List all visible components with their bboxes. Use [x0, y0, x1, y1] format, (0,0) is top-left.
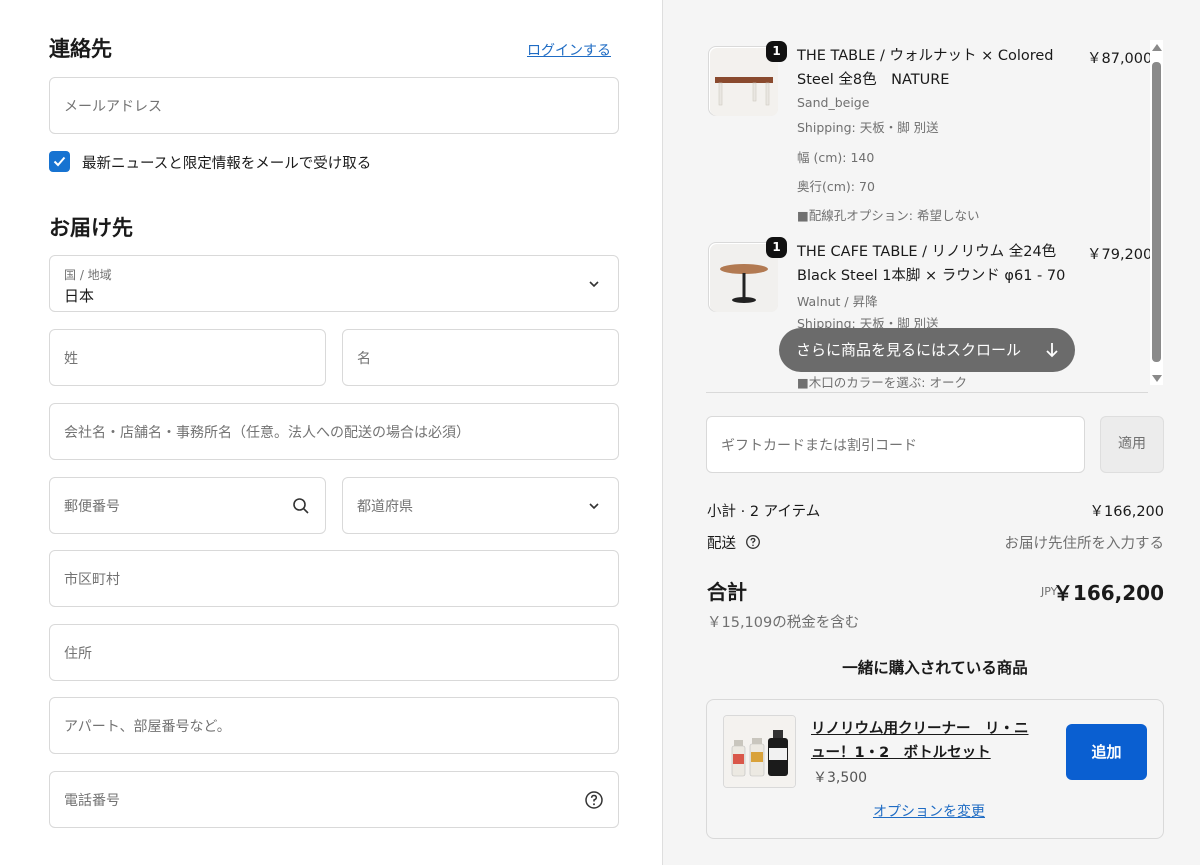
cart-item-1-width: 幅 (cm): 140	[797, 150, 875, 165]
subtotal-value: ￥166,200	[1089, 504, 1164, 520]
subtotal-label: 小計 · 2 アイテム	[707, 504, 821, 520]
cart-item-1-depth: 奥行(cm): 70	[797, 179, 875, 194]
bottles-product-image	[724, 716, 795, 787]
address-field[interactable]: 住所	[49, 624, 619, 681]
delivery-heading: お届け先	[49, 216, 133, 240]
upsell-product-price: ￥3,500	[813, 770, 868, 786]
city-field[interactable]: 市区町村	[49, 550, 619, 607]
cart-item-1-price: ￥87,000	[1087, 51, 1153, 67]
arrow-down-icon	[1046, 343, 1058, 358]
chevron-down-icon	[589, 280, 599, 287]
upsell-product-image	[723, 715, 796, 788]
cart-item-1-option: ■配線孔オプション: 希望しない	[797, 208, 980, 223]
phone-placeholder: 電話番号	[64, 792, 120, 809]
scroll-up-arrow-icon[interactable]	[1152, 44, 1162, 51]
cart-item-2-name-line1: THE CAFE TABLE / リノリウム 全24色	[797, 244, 1057, 260]
tax-note: ￥15,109の税金を含む	[707, 615, 860, 631]
country-select[interactable]: 国 / 地域 日本	[49, 255, 619, 312]
cart-item-2-thumbnail: 1	[708, 237, 787, 312]
total-label: 合計	[707, 580, 747, 604]
cart-item-1-variant: Sand_beige	[797, 95, 870, 110]
postal-code-placeholder: 郵便番号	[64, 498, 120, 515]
upsell-product-name-line2: ュー！1・2 ボトルセット	[811, 745, 991, 761]
first-name-field[interactable]: 名	[342, 329, 619, 386]
help-circle-icon[interactable]	[584, 790, 604, 810]
scroll-down-arrow-icon[interactable]	[1152, 375, 1162, 382]
check-icon	[53, 156, 66, 167]
cart-item-2-variant: Walnut / 昇降	[797, 294, 878, 309]
shipping-row: 配送	[707, 532, 761, 553]
cart-item-2-option: ■木口のカラーを選ぶ: オーク	[797, 375, 967, 390]
change-options-link[interactable]: オプションを変更	[873, 801, 985, 821]
scrollbar-thumb[interactable]	[1152, 62, 1161, 362]
cart-item-2-name-line2: Black Steel 1本脚 × ラウンド φ61 - 70	[797, 268, 1066, 284]
first-name-placeholder: 名	[357, 350, 371, 367]
scroll-hint-button[interactable]: さらに商品を見るにはスクロール	[779, 328, 1075, 372]
upsell-product-name[interactable]: リノリウム用クリーナー リ・ニ ュー！1・2 ボトルセット	[811, 717, 1029, 765]
apartment-field[interactable]: アパート、部屋番号など。	[49, 697, 619, 754]
cart-item-2-price: ￥79,200	[1087, 247, 1153, 263]
postal-code-field[interactable]: 郵便番号	[49, 477, 326, 534]
email-field[interactable]: メールアドレス	[49, 77, 619, 134]
items-divider	[706, 392, 1148, 393]
cart-item-2-name: THE CAFE TABLE / リノリウム 全24色 Black Steel …	[797, 240, 1087, 288]
discount-code-field[interactable]: ギフトカードまたは割引コード	[706, 416, 1085, 473]
cart-item-1-qty-badge: 1	[766, 41, 787, 62]
last-name-field[interactable]: 姓	[49, 329, 326, 386]
prefecture-select[interactable]: 都道府県	[342, 477, 619, 534]
shipping-value: お届け先住所を入力する	[1004, 536, 1165, 552]
upsell-product-name-line1: リノリウム用クリーナー リ・ニ	[811, 721, 1029, 737]
last-name-placeholder: 姓	[64, 350, 78, 367]
shipping-label: 配送	[707, 536, 736, 552]
total-value: ￥166,200	[1052, 581, 1164, 605]
chevron-down-icon	[589, 502, 599, 509]
search-icon[interactable]	[291, 496, 311, 516]
prefecture-placeholder: 都道府県	[357, 498, 413, 515]
phone-field[interactable]: 電話番号	[49, 771, 619, 828]
company-field[interactable]: 会社名・店舗名・事務所名（任意。法人への配送の場合は必須）	[49, 403, 619, 460]
cart-scrollbar[interactable]	[1150, 40, 1163, 385]
newsletter-checkbox[interactable]	[49, 151, 70, 172]
cart-item-2-qty-badge: 1	[766, 237, 787, 258]
country-label: 国 / 地域	[64, 268, 112, 282]
apartment-placeholder: アパート、部屋番号など。	[64, 718, 231, 735]
cart-item-1-name-line1: THE TABLE / ウォルナット × Colored	[797, 48, 1054, 64]
cart-item-1-shipping: Shipping: 天板・脚 別送	[797, 120, 939, 135]
cart-item-1-name: THE TABLE / ウォルナット × Colored Steel 全8色 N…	[797, 44, 1087, 92]
cart-item-1-name-line2: Steel 全8色 NATURE	[797, 72, 950, 88]
newsletter-label: 最新ニュースと限定情報をメールで受け取る	[82, 156, 372, 172]
help-circle-icon[interactable]	[745, 534, 761, 550]
address-placeholder: 住所	[64, 645, 92, 662]
contact-heading: 連絡先	[49, 37, 112, 61]
discount-code-placeholder: ギフトカードまたは割引コード	[721, 437, 917, 454]
scroll-hint-label: さらに商品を見るにはスクロール	[796, 341, 1022, 359]
country-value: 日本	[64, 287, 95, 305]
email-placeholder: メールアドレス	[64, 98, 162, 115]
login-link[interactable]: ログインする	[527, 40, 611, 60]
city-placeholder: 市区町村	[64, 571, 120, 588]
company-placeholder: 会社名・店舗名・事務所名（任意。法人への配送の場合は必須）	[64, 424, 470, 441]
apply-discount-button[interactable]: 適用	[1100, 416, 1164, 473]
cart-item-1-thumbnail: 1	[708, 41, 787, 116]
upsell-heading: 一緒に購入されている商品	[842, 659, 1028, 677]
add-upsell-button[interactable]: 追加	[1066, 724, 1147, 780]
